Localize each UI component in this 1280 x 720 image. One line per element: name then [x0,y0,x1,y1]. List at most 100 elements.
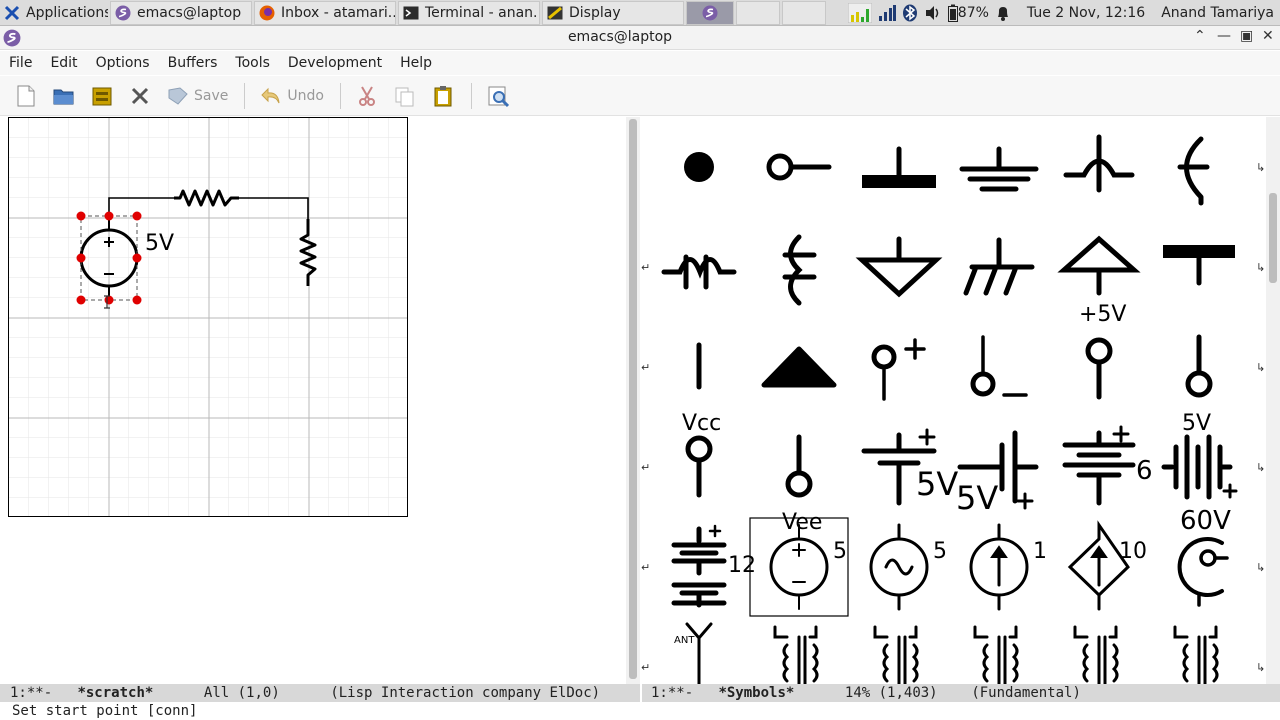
paste-button[interactable] [431,84,455,108]
task-label: Inbox - atamari... [281,4,396,21]
voltage-label[interactable]: 5V [145,231,174,256]
symbol-positive-terminal[interactable] [871,338,926,401]
symbol-double-crossover-vertical[interactable] [782,234,817,306]
symbol-antenna[interactable] [685,622,713,684]
task-terminal[interactable]: Terminal - anan... [398,0,540,25]
symbol-transformer-4[interactable] [1073,625,1119,684]
symbol-solid-triangle[interactable] [761,346,837,388]
symbol-signal-ground[interactable] [855,236,943,298]
applications-menu[interactable]: Applications [0,1,108,25]
window-title: emacs@laptop [567,29,673,45]
save-button[interactable]: Save [166,84,228,108]
symbol-transformer-3[interactable] [973,625,1019,684]
toolbar-separator [244,82,246,109]
menu-file[interactable]: File [0,55,41,71]
left-scrollbar[interactable] [626,117,640,684]
volume-icon[interactable] [924,4,942,22]
symbol-multicell-battery[interactable] [1062,425,1136,506]
symbol-junction-dot[interactable] [684,152,714,182]
kill-buffer-button[interactable] [128,84,152,108]
new-file-button[interactable] [14,84,38,108]
clock[interactable]: Tue 2 Nov, 12:16 [1027,5,1145,21]
symbol-pin-down[interactable] [785,434,813,498]
toolbar-separator [339,82,341,109]
task-emacs[interactable]: emacs@laptop [110,0,252,25]
workspace-1[interactable] [686,0,734,25]
fringe-continuation-icon: ↵ [641,461,651,474]
symbol-earth-ground[interactable] [959,146,1039,192]
symbol-ac-voltage-source[interactable] [869,523,929,611]
bluetooth-icon[interactable] [902,4,918,22]
modeline-scratch[interactable]: 1:**- *scratch* All (1,0) (Lisp Interact… [0,684,640,702]
modeline-modes[interactable]: (Lisp Interaction company ElDoc) [330,685,600,701]
label-ac-source-value: 5 [933,539,947,564]
modeline-buffer-name[interactable]: *scratch* [77,685,153,701]
symbol-lollipop-up[interactable] [1085,337,1113,400]
symbol-lollipop-down[interactable] [1185,334,1213,398]
menu-help[interactable]: Help [391,55,441,71]
menu-development[interactable]: Development [279,55,391,71]
search-icon [488,86,510,107]
task-inbox[interactable]: Inbox - atamari... [254,0,396,25]
menu-tools[interactable]: Tools [226,55,279,71]
symbol-transformer-2[interactable] [873,625,919,684]
symbol-hatched-ground[interactable] [963,237,1035,296]
emacs-icon [702,5,718,20]
symbol-wire-crossover[interactable] [1063,134,1135,193]
toolbar-separator [470,82,472,109]
symbol-wire-crossover-vertical[interactable] [1177,136,1210,206]
circuit-drawing-canvas[interactable]: 5V [8,117,408,517]
menu-buffers[interactable]: Buffers [159,55,227,71]
label-5v-cut: 5V [1182,411,1211,436]
symbol-antenna-triangle[interactable] [1057,235,1141,296]
symbol-double-crossover[interactable] [661,254,737,290]
window-shade-button[interactable]: ⌃ [1194,28,1206,44]
emacs-icon [115,5,131,20]
dired-button[interactable] [90,84,114,108]
left-scrollbar-thumb[interactable] [629,119,637,679]
symbol-current-source[interactable] [969,523,1029,611]
open-file-button[interactable] [52,84,76,108]
notification-bell-icon[interactable] [995,4,1011,22]
user-name[interactable]: Anand Tamariya [1161,5,1274,21]
symbol-battery-vertical[interactable] [671,524,727,608]
modeline-symbols[interactable]: 1:**- *Symbols* 14% (1,403) (Fundamental… [642,684,1280,702]
modeline-buffer-name[interactable]: *Symbols* [718,685,794,701]
symbol-dependent-source[interactable] [1067,520,1130,611]
symbol-negative-terminal[interactable] [970,335,1028,397]
scissors-icon [358,85,375,106]
undo-button[interactable]: Undo [259,84,324,108]
symbol-transformer-1[interactable] [773,625,819,684]
modeline-modes[interactable]: (Fundamental) [971,685,1081,701]
symbol-chassis-ground[interactable] [862,146,936,188]
symbol-pin-up[interactable] [685,435,713,498]
menu-edit[interactable]: Edit [41,55,86,71]
symbol-transformer-5[interactable] [1173,625,1219,684]
window-titlebar[interactable]: emacs@laptop ⌃ — ▣ ✕ [0,26,1280,50]
window-close-button[interactable]: ✕ [1262,28,1274,44]
window-minimize-button[interactable]: — [1217,28,1231,44]
symbol-dc-voltage-source[interactable] [769,524,829,610]
copy-button[interactable] [393,84,417,108]
symbol-terminal[interactable] [766,153,832,181]
taskbar: Applications emacs@laptop Inbox - atamar… [0,0,1280,26]
menu-options[interactable]: Options [87,55,159,71]
symbols-window[interactable]: +5V Vcc 5V Vee 5V 5V 6 60V 12 5 5 1 10 A… [642,117,1280,684]
right-scrollbar[interactable] [1266,117,1280,684]
copy-icon [395,87,414,106]
cut-button[interactable] [355,84,379,108]
symbol-transformer-row[interactable] [773,625,1219,684]
battery-indicator[interactable]: 87% [947,4,989,22]
symbol-multicell-battery-horizontal[interactable] [1161,434,1238,500]
undo-icon [261,87,280,103]
task-display[interactable]: Display [542,0,684,25]
workspace-2[interactable] [736,0,780,25]
window-maximize-button[interactable]: ▣ [1240,28,1253,44]
right-scrollbar-thumb[interactable] [1269,193,1277,283]
symbol-t-bar[interactable] [1163,245,1235,286]
xfce-mouse-icon [4,5,20,20]
search-button[interactable] [486,84,510,108]
cpu-graph-icon [847,3,872,23]
symbol-probe[interactable] [1177,537,1229,607]
workspace-3[interactable] [782,0,826,25]
